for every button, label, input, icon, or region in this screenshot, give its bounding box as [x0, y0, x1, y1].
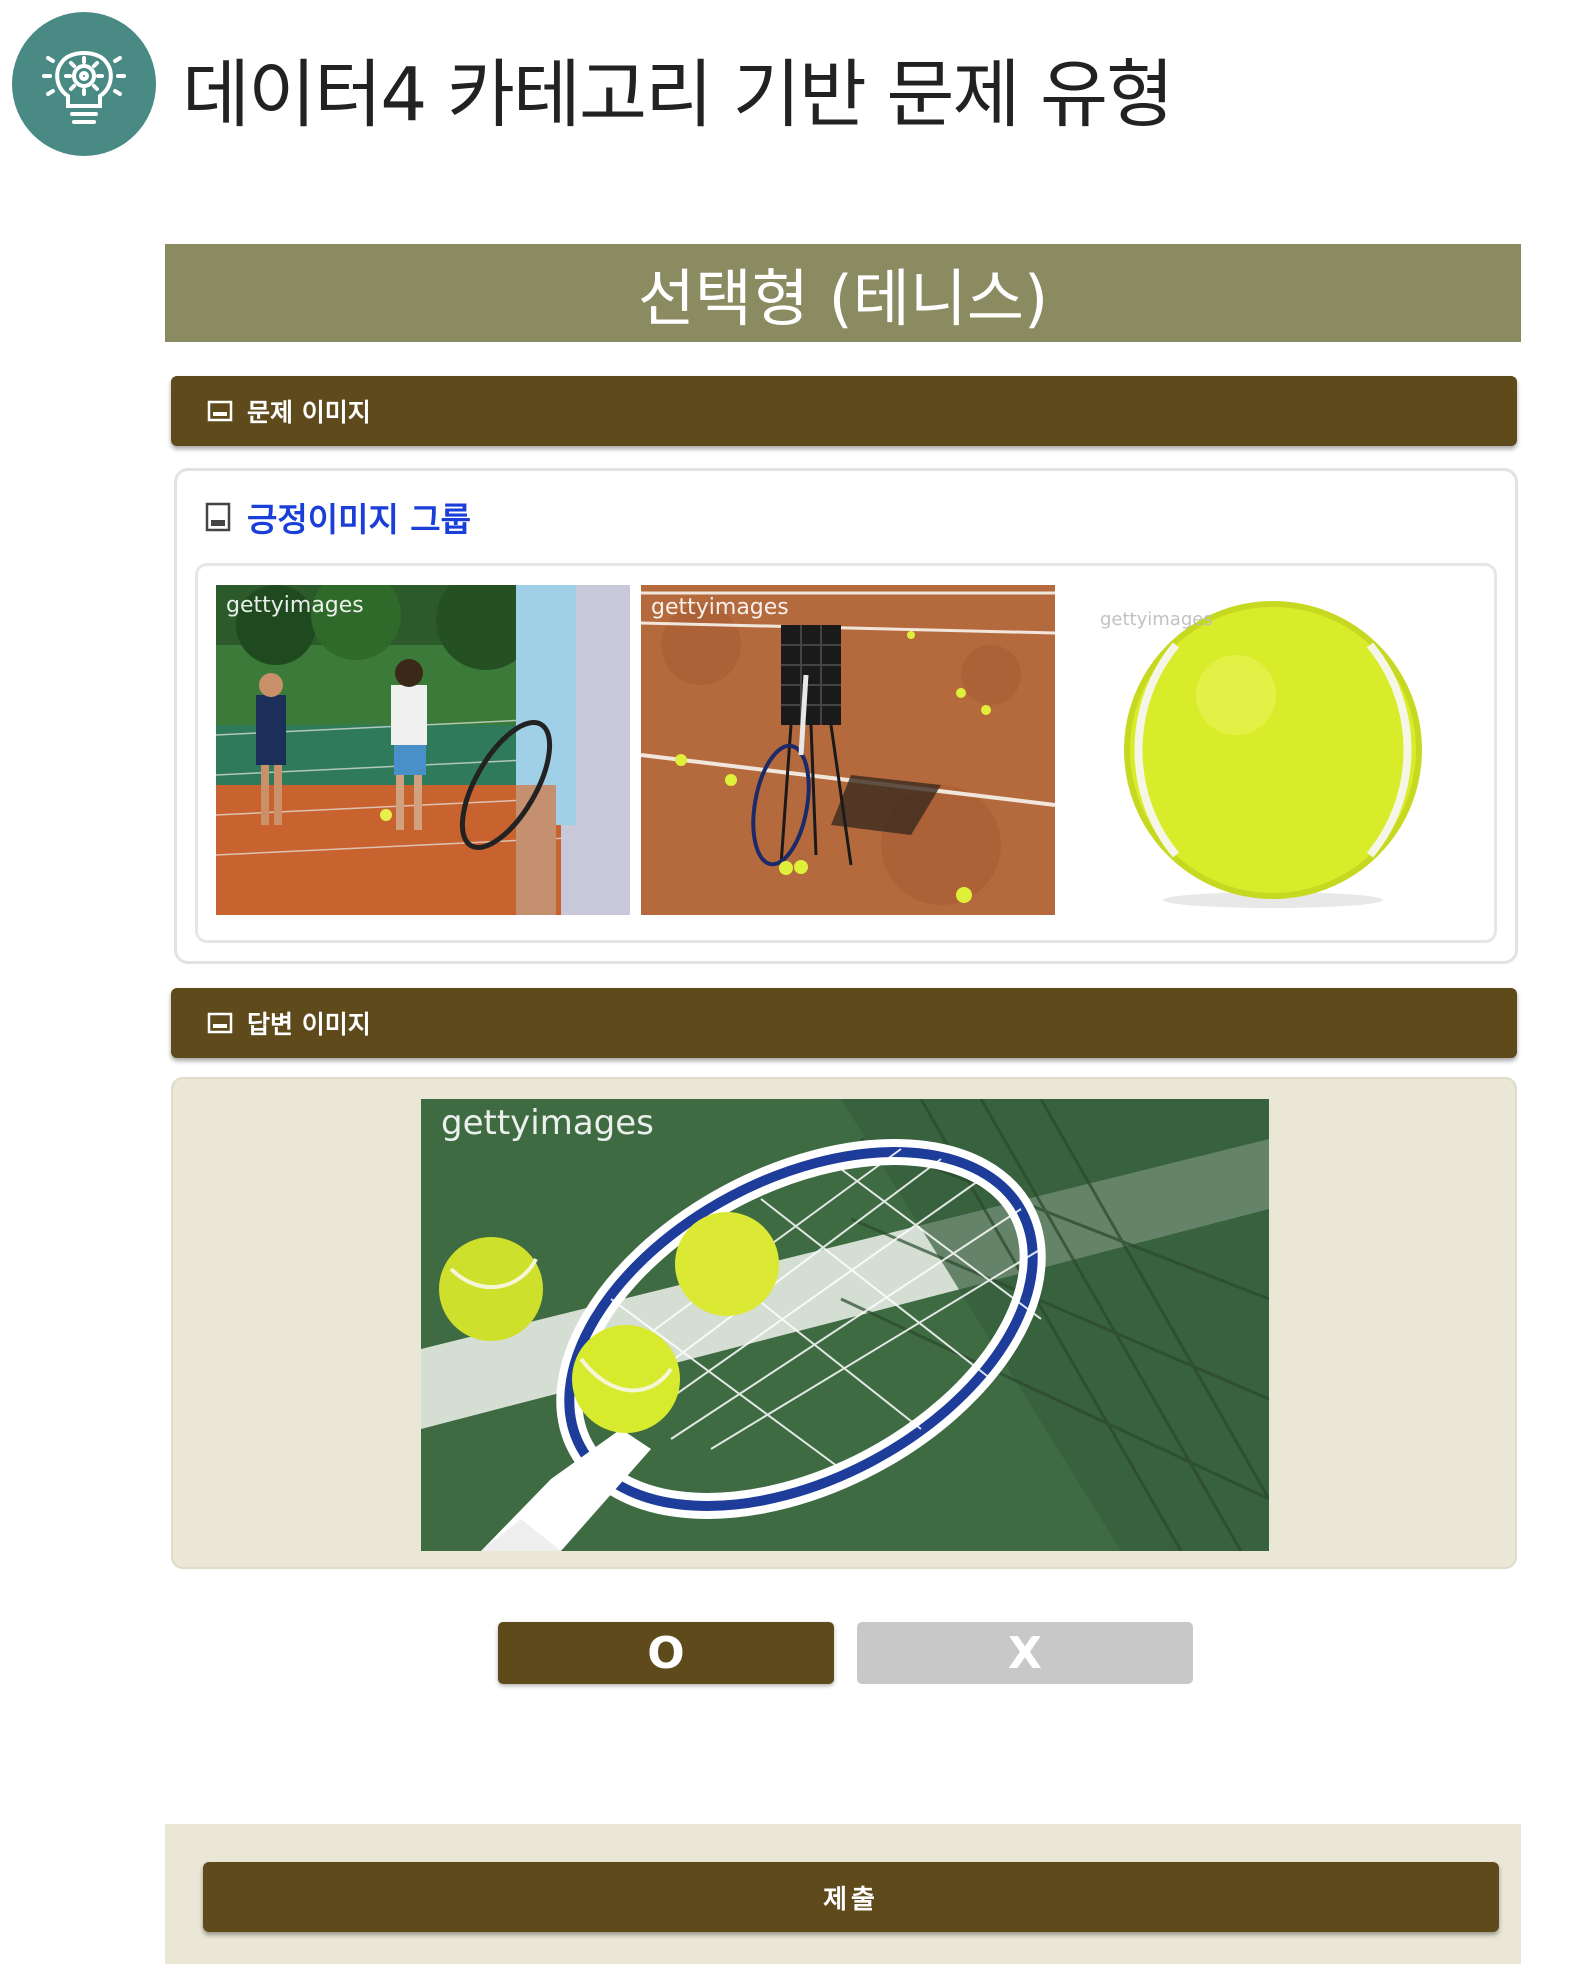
image-icon: [207, 1012, 233, 1034]
positive-image-group: 긍정이미지 그룹 gettyimages gettyimages gettyim…: [174, 468, 1518, 964]
image-row: gettyimages gettyimages gettyimages: [195, 563, 1497, 943]
question-image-players[interactable]: gettyimages: [216, 585, 630, 915]
quiz-type-banner: 선택형 (테니스): [165, 244, 1521, 342]
answer-image-panel: gettyimages: [171, 1077, 1517, 1569]
answer-image: gettyimages: [421, 1099, 1269, 1551]
lightbulb-gear-icon: [12, 12, 156, 156]
watermark: gettyimages: [226, 593, 364, 618]
answer-o-button[interactable]: O: [498, 1622, 834, 1684]
image-icon: [207, 400, 233, 422]
submit-button[interactable]: 제출: [203, 1862, 1499, 1932]
image-icon: [205, 502, 231, 532]
page-title: 데이터4 카테고리 기반 문제 유형: [182, 52, 1174, 138]
question-image-label: 문제 이미지: [247, 398, 371, 427]
positive-group-label[interactable]: 긍정이미지 그룹: [247, 493, 471, 541]
watermark: gettyimages: [651, 595, 789, 620]
question-image-section-header: 문제 이미지: [171, 376, 1517, 446]
watermark: gettyimages: [1100, 609, 1213, 630]
answer-image-label: 답변 이미지: [247, 1010, 371, 1039]
question-image-ball[interactable]: gettyimages: [1066, 585, 1480, 915]
submit-panel: 제출: [165, 1824, 1521, 1964]
question-image-basket[interactable]: gettyimages: [641, 585, 1055, 915]
answer-x-button[interactable]: X: [857, 1622, 1193, 1684]
group-title: 긍정이미지 그룹: [205, 493, 471, 541]
answer-image-section-header: 답변 이미지: [171, 988, 1517, 1058]
watermark: gettyimages: [441, 1103, 654, 1143]
